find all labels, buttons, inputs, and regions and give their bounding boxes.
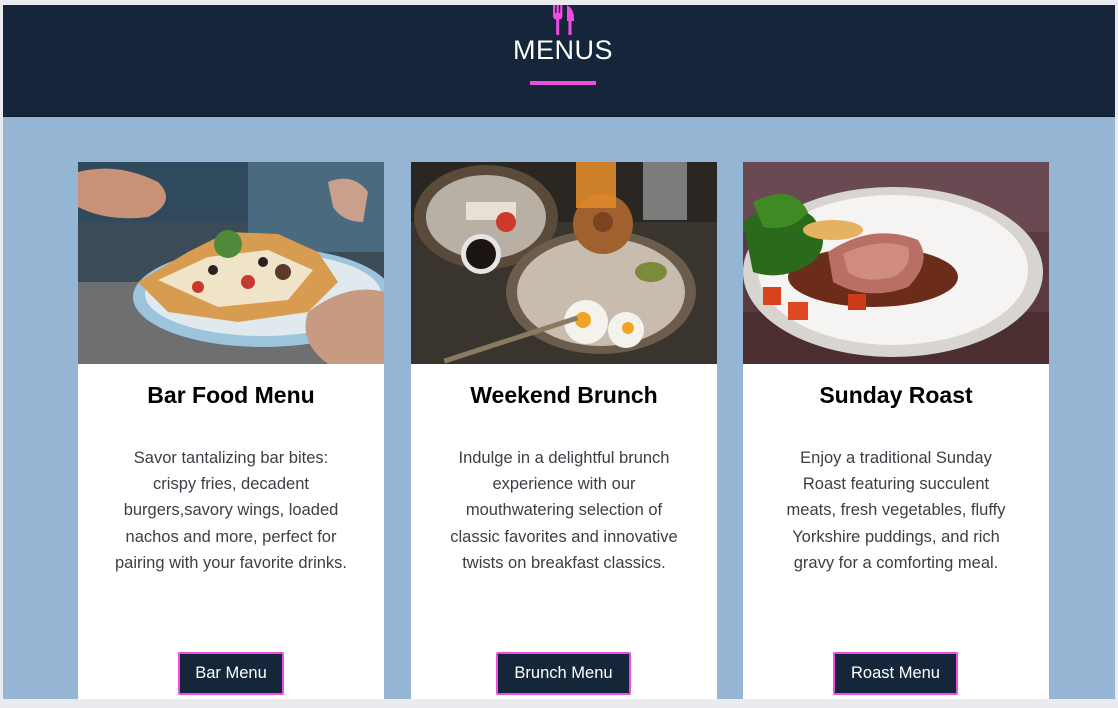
card-description: Enjoy a traditional Sunday Roast featuri… xyxy=(786,449,1006,572)
menus-header: MENUS xyxy=(3,5,1115,117)
card-title: Sunday Roast xyxy=(819,382,973,408)
bar-menu-button[interactable]: Bar Menu xyxy=(178,652,284,695)
cutlery-icon xyxy=(553,5,574,35)
nachos-photo xyxy=(78,162,384,364)
card-description: Savor tantalizing bar bites: crispy frie… xyxy=(114,449,347,572)
roast-menu-button[interactable]: Roast Menu xyxy=(833,652,958,695)
brunch-photo xyxy=(411,162,717,364)
card-title: Weekend Brunch xyxy=(470,382,658,408)
title-underline xyxy=(530,81,596,85)
roast-photo xyxy=(743,162,1049,364)
page-title: MENUS xyxy=(512,35,613,65)
bottom-edge xyxy=(0,699,1118,708)
brunch-menu-button[interactable]: Brunch Menu xyxy=(496,652,631,695)
page-frame: MENUS Bar Food Menu Savor tantalizing ba… xyxy=(3,5,1115,704)
menu-card-sunday-roast: Sunday Roast Enjoy a traditional Sunday … xyxy=(743,162,1049,704)
card-title: Bar Food Menu xyxy=(147,382,315,408)
menu-card-weekend-brunch: Weekend Brunch Indulge in a delightful b… xyxy=(411,162,717,704)
card-description: Indulge in a delightful brunch experienc… xyxy=(450,449,678,572)
menu-card-bar-food: Bar Food Menu Savor tantalizing bar bite… xyxy=(78,162,384,704)
